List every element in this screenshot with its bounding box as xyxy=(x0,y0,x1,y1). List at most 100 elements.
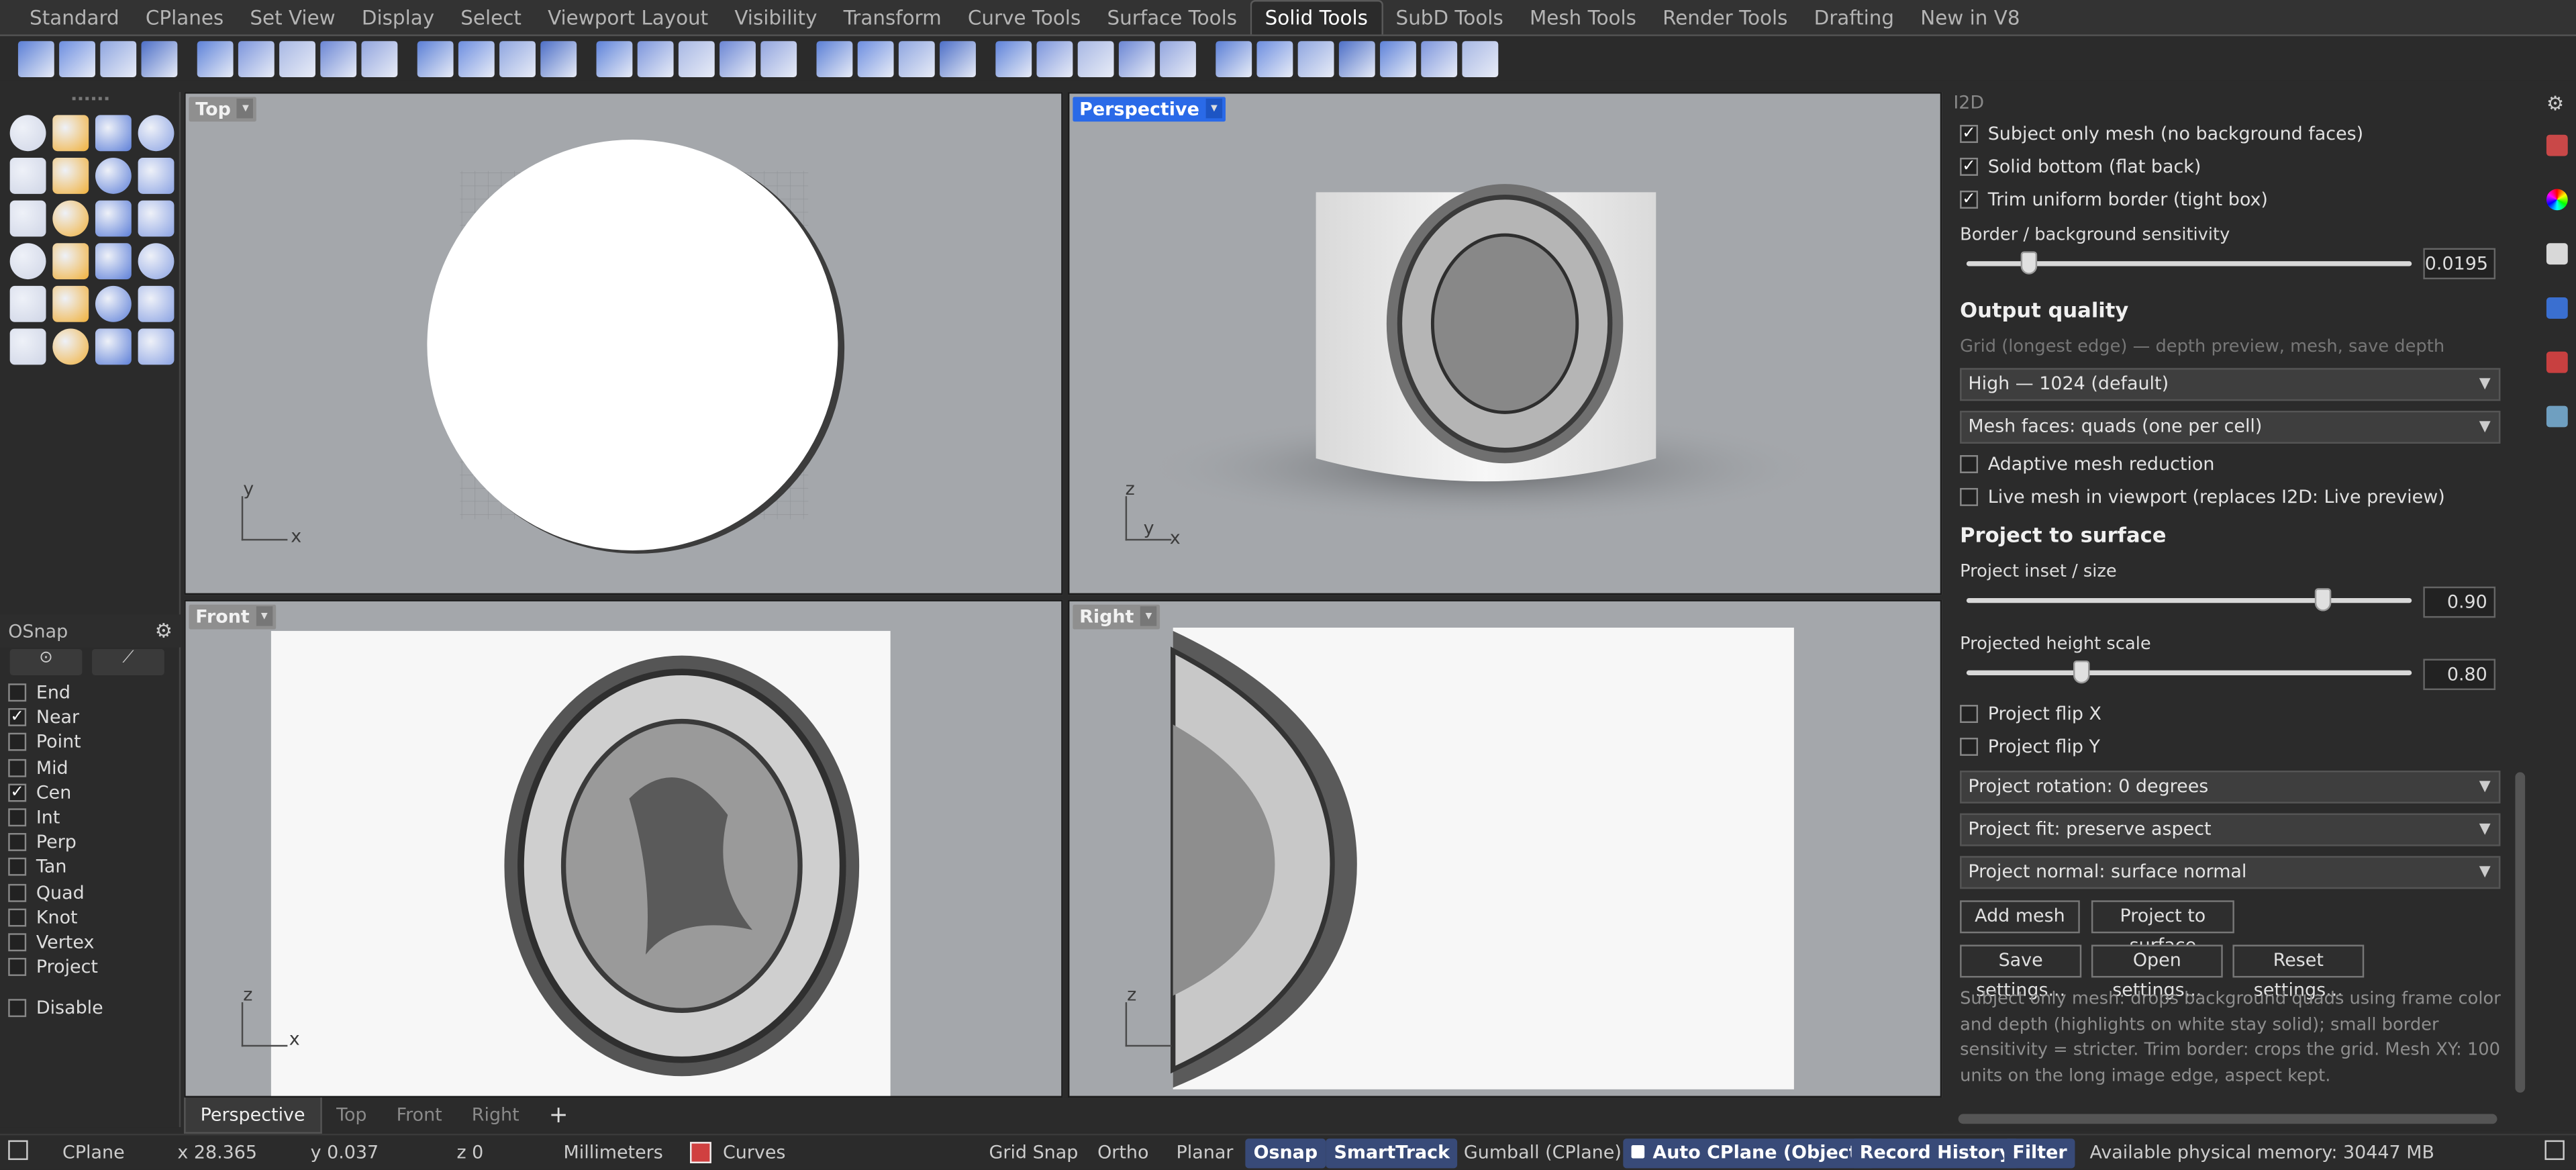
option-adaptive[interactable]: Adaptive mesh reduction xyxy=(1960,454,2214,475)
units[interactable]: Millimeters xyxy=(564,1142,663,1163)
slider-thumb[interactable] xyxy=(2020,251,2037,275)
viewport-tab-front[interactable]: Front xyxy=(382,1098,457,1134)
checkbox[interactable] xyxy=(1960,455,1979,473)
osnap-tan[interactable]: Tan xyxy=(0,855,181,880)
solid-tool-icon[interactable] xyxy=(720,40,756,77)
tab-viewport-layout[interactable]: Viewport Layout xyxy=(534,7,721,35)
smarttrack-toggle[interactable]: SmartTrack xyxy=(1326,1138,1458,1169)
modeling-tool-icon[interactable] xyxy=(138,243,175,280)
solid-tool-icon[interactable] xyxy=(1297,40,1334,77)
environment-icon[interactable] xyxy=(2546,405,2568,428)
option-flip-y[interactable]: Project flip Y xyxy=(1960,736,2100,757)
osnap-tab-snaps[interactable]: ⊙ xyxy=(9,648,83,676)
viewport-perspective[interactable]: Perspective ▾ x y z xyxy=(1068,92,1942,595)
quality-select[interactable]: High — 1024 (default) ▼ xyxy=(1960,368,2501,401)
height-scale-slider[interactable] xyxy=(1966,660,2412,684)
gumball-toggle[interactable]: Gumball (CPlane) xyxy=(1464,1142,1622,1163)
tab-standard[interactable]: Standard xyxy=(16,7,132,35)
solid-tool-icon[interactable] xyxy=(1216,40,1252,77)
open-settings-button[interactable]: Open settings... xyxy=(2091,944,2223,1001)
properties-icon[interactable] xyxy=(2546,134,2568,156)
option-trim-border[interactable]: ✓ Trim uniform border (tight box) xyxy=(1960,189,2268,210)
tab-subd-tools[interactable]: SubD Tools xyxy=(1383,7,1516,35)
chevron-down-icon[interactable]: ▾ xyxy=(1205,98,1223,119)
osnap-cen[interactable]: ✓ Cen xyxy=(0,780,181,805)
solid-tool-icon[interactable] xyxy=(637,40,674,77)
reset-settings-button[interactable]: Reset settings... xyxy=(2232,944,2365,1001)
modeling-tool-icon[interactable] xyxy=(52,157,89,194)
cplane-label[interactable]: CPlane xyxy=(62,1142,125,1163)
checkbox[interactable] xyxy=(1960,705,1979,723)
modeling-tool-icon[interactable] xyxy=(9,157,46,194)
osnap-toggle[interactable]: Osnap xyxy=(1245,1138,1326,1169)
modeling-tool-icon[interactable] xyxy=(138,115,175,152)
checkbox[interactable] xyxy=(8,758,27,777)
checkbox[interactable]: ✓ xyxy=(1960,125,1979,143)
ortho-toggle[interactable]: Ortho xyxy=(1097,1142,1148,1163)
tab-surface-tools[interactable]: Surface Tools xyxy=(1094,7,1250,35)
checkbox[interactable] xyxy=(8,883,27,901)
slider-thumb[interactable] xyxy=(2074,660,2091,684)
filter-toggle[interactable]: Filter xyxy=(2004,1138,2075,1169)
osnap-end[interactable]: End xyxy=(0,680,181,705)
display-icon[interactable] xyxy=(2546,243,2568,265)
solid-tool-icon[interactable] xyxy=(1077,40,1114,77)
viewport-right[interactable]: Right ▾ z xyxy=(1068,599,1942,1098)
solid-tool-icon[interactable] xyxy=(17,40,54,77)
osnap-disable[interactable]: Disable xyxy=(0,996,181,1021)
border-sensitivity-slider[interactable] xyxy=(1966,251,2412,275)
modeling-tool-icon[interactable] xyxy=(95,285,132,322)
chevron-down-icon[interactable]: ▾ xyxy=(237,98,254,119)
modeling-tool-icon[interactable] xyxy=(52,200,89,237)
tab-solid-tools[interactable]: Solid Tools xyxy=(1250,0,1383,35)
modeling-tool-icon[interactable] xyxy=(138,285,175,322)
tab-curve-tools[interactable]: Curve Tools xyxy=(954,7,1094,35)
modeling-tool-icon[interactable] xyxy=(52,243,89,280)
height-scale-value[interactable]: 0.80 xyxy=(2423,659,2496,691)
tab-new-in-v8[interactable]: New in V8 xyxy=(1908,7,2033,35)
modeling-tool-icon[interactable] xyxy=(95,328,132,365)
viewport-top[interactable]: Top ▾ x y xyxy=(184,92,1063,595)
option-subject-only[interactable]: ✓ Subject only mesh (no background faces) xyxy=(1960,124,2363,144)
project-to-surface-button[interactable]: Project to surface xyxy=(2091,900,2234,957)
save-settings-button[interactable]: Save settings... xyxy=(1960,944,2082,1001)
solid-tool-icon[interactable] xyxy=(1036,40,1073,77)
solid-tool-icon[interactable] xyxy=(678,40,715,77)
fit-select[interactable]: Project fit: preserve aspect ▼ xyxy=(1960,813,2501,846)
solid-tool-icon[interactable] xyxy=(141,40,178,77)
add-mesh-button[interactable]: Add mesh xyxy=(1960,900,2080,934)
modeling-tool-icon[interactable] xyxy=(9,115,46,152)
tab-select[interactable]: Select xyxy=(448,7,535,35)
checkbox[interactable] xyxy=(8,833,27,852)
tab-drafting[interactable]: Drafting xyxy=(1801,7,1908,35)
osnap-vertex[interactable]: Vertex xyxy=(0,930,181,955)
solid-tool-icon[interactable] xyxy=(1338,40,1375,77)
checkbox[interactable] xyxy=(8,958,27,977)
panel-toggle-icon[interactable] xyxy=(2544,1140,2565,1161)
gear-icon[interactable]: ⚙ xyxy=(155,620,172,642)
tab-mesh-tools[interactable]: Mesh Tools xyxy=(1516,7,1649,35)
viewport-label-right[interactable]: Right ▾ xyxy=(1073,604,1160,630)
render-icon[interactable] xyxy=(2546,351,2568,373)
solid-tool-icon[interactable] xyxy=(1256,40,1293,77)
solid-tool-icon[interactable] xyxy=(197,40,234,77)
solid-tool-icon[interactable] xyxy=(59,40,95,77)
solid-tool-icon[interactable] xyxy=(1118,40,1155,77)
color-wheel-icon[interactable] xyxy=(2546,189,2568,211)
viewport-label-front[interactable]: Front ▾ xyxy=(189,604,276,630)
modeling-tool-icon[interactable] xyxy=(9,243,46,280)
checkbox[interactable]: ✓ xyxy=(8,708,27,727)
modeling-tool-icon[interactable] xyxy=(52,328,89,365)
solid-tool-icon[interactable] xyxy=(816,40,853,77)
solid-tool-icon[interactable] xyxy=(1380,40,1416,77)
tab-set-view[interactable]: Set View xyxy=(237,7,348,35)
solid-tool-icon[interactable] xyxy=(1160,40,1196,77)
solid-tool-icon[interactable] xyxy=(940,40,976,77)
record-history-toggle[interactable]: Record History xyxy=(1851,1138,2020,1169)
osnap-project[interactable]: Project xyxy=(0,955,181,979)
checkbox[interactable] xyxy=(8,1000,27,1018)
viewport-tab-right[interactable]: Right xyxy=(457,1098,534,1134)
solid-tool-icon[interactable] xyxy=(540,40,577,77)
checkbox[interactable] xyxy=(8,858,27,877)
modeling-tool-icon[interactable] xyxy=(95,200,132,237)
